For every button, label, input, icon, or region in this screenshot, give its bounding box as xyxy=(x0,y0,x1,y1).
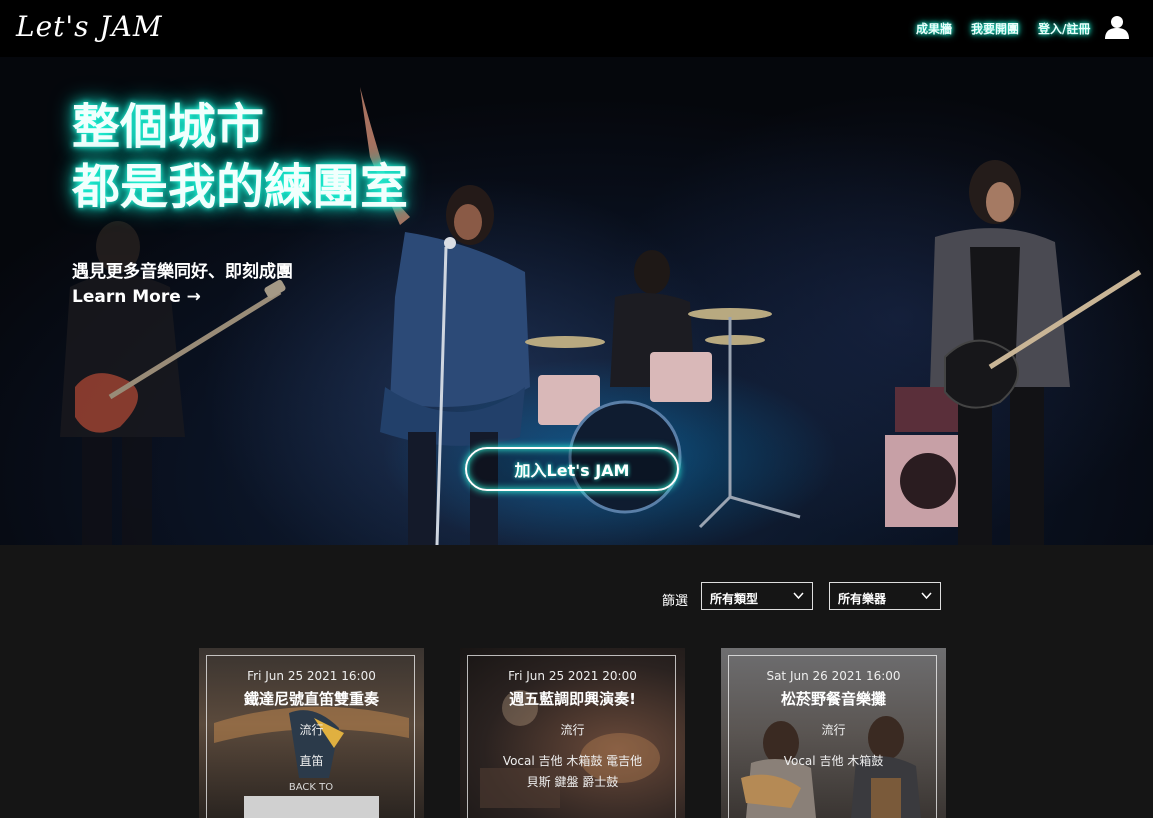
hero-title-line-2: 都是我的練團室 xyxy=(72,159,409,215)
event-date: Fri Jun 25 2021 20:00 xyxy=(508,669,637,683)
event-date: Sat Jun 26 2021 16:00 xyxy=(766,669,901,683)
hero-title: 整個城市 都是我的練團室 xyxy=(72,97,408,217)
event-title: 鐵達尼號直笛雙重奏 xyxy=(243,690,379,708)
chevron-down-icon xyxy=(921,592,932,600)
event-genre: 流行 xyxy=(299,723,324,737)
event-genre: 流行 xyxy=(560,723,585,737)
event-title: 松菸野餐音樂攤 xyxy=(780,690,886,708)
event-instruments: Vocal 吉他 木箱鼓 電吉他 xyxy=(502,754,643,768)
hero-title-line-1: 整個城市 xyxy=(72,99,265,155)
event-title: 週五藍調即興演奏! xyxy=(509,690,636,708)
instrument-select-value: 所有樂器 xyxy=(838,592,887,606)
event-genre: 流行 xyxy=(821,723,846,737)
logo[interactable]: Let's JAM xyxy=(16,10,163,43)
event-instruments: 貝斯 鍵盤 爵士鼓 xyxy=(526,775,619,789)
event-instruments: 直笛 xyxy=(299,754,324,768)
instrument-select[interactable]: 所有樂器 xyxy=(829,582,941,610)
user-icon[interactable] xyxy=(1104,14,1130,40)
nav-link-create-band[interactable]: 我要開團 xyxy=(971,20,1019,37)
top-nav: Let's JAM 成果牆 我要開團 登入/註冊 xyxy=(0,0,1153,57)
nav-link-showcase[interactable]: 成果牆 xyxy=(916,20,952,37)
event-card[interactable]: Sat Jun 26 2021 16:00 松菸野餐音樂攤 流行 Vocal 吉… xyxy=(721,648,946,818)
genre-select-value: 所有類型 xyxy=(710,592,759,606)
filter-label: 篩選 xyxy=(662,594,689,609)
event-instruments: Vocal 吉他 木箱鼓 xyxy=(783,754,884,768)
hero-subtitle: 遇見更多音樂同好、即刻成團 xyxy=(72,262,293,282)
nav-link-login[interactable]: 登入/註冊 xyxy=(1038,20,1090,37)
genre-select[interactable]: 所有類型 xyxy=(701,582,813,610)
guitarist-figure xyxy=(930,160,1142,545)
hero-banner: 整個城市 都是我的練團室 遇見更多音樂同好、即刻成團 Learn More → … xyxy=(0,57,1153,545)
event-date: Fri Jun 25 2021 16:00 xyxy=(247,669,376,683)
learn-more-link[interactable]: Learn More → xyxy=(72,287,201,307)
chevron-down-icon xyxy=(793,592,804,600)
event-card[interactable]: Fri Jun 25 2021 20:00 週五藍調即興演奏! 流行 Vocal… xyxy=(460,648,685,818)
event-card[interactable]: BACK TO Fri Jun 25 2021 16:00 鐵達尼號直笛雙重奏 … xyxy=(199,648,424,818)
amplifier xyxy=(885,387,970,527)
join-button[interactable]: 加入Let's JAM xyxy=(465,447,679,491)
